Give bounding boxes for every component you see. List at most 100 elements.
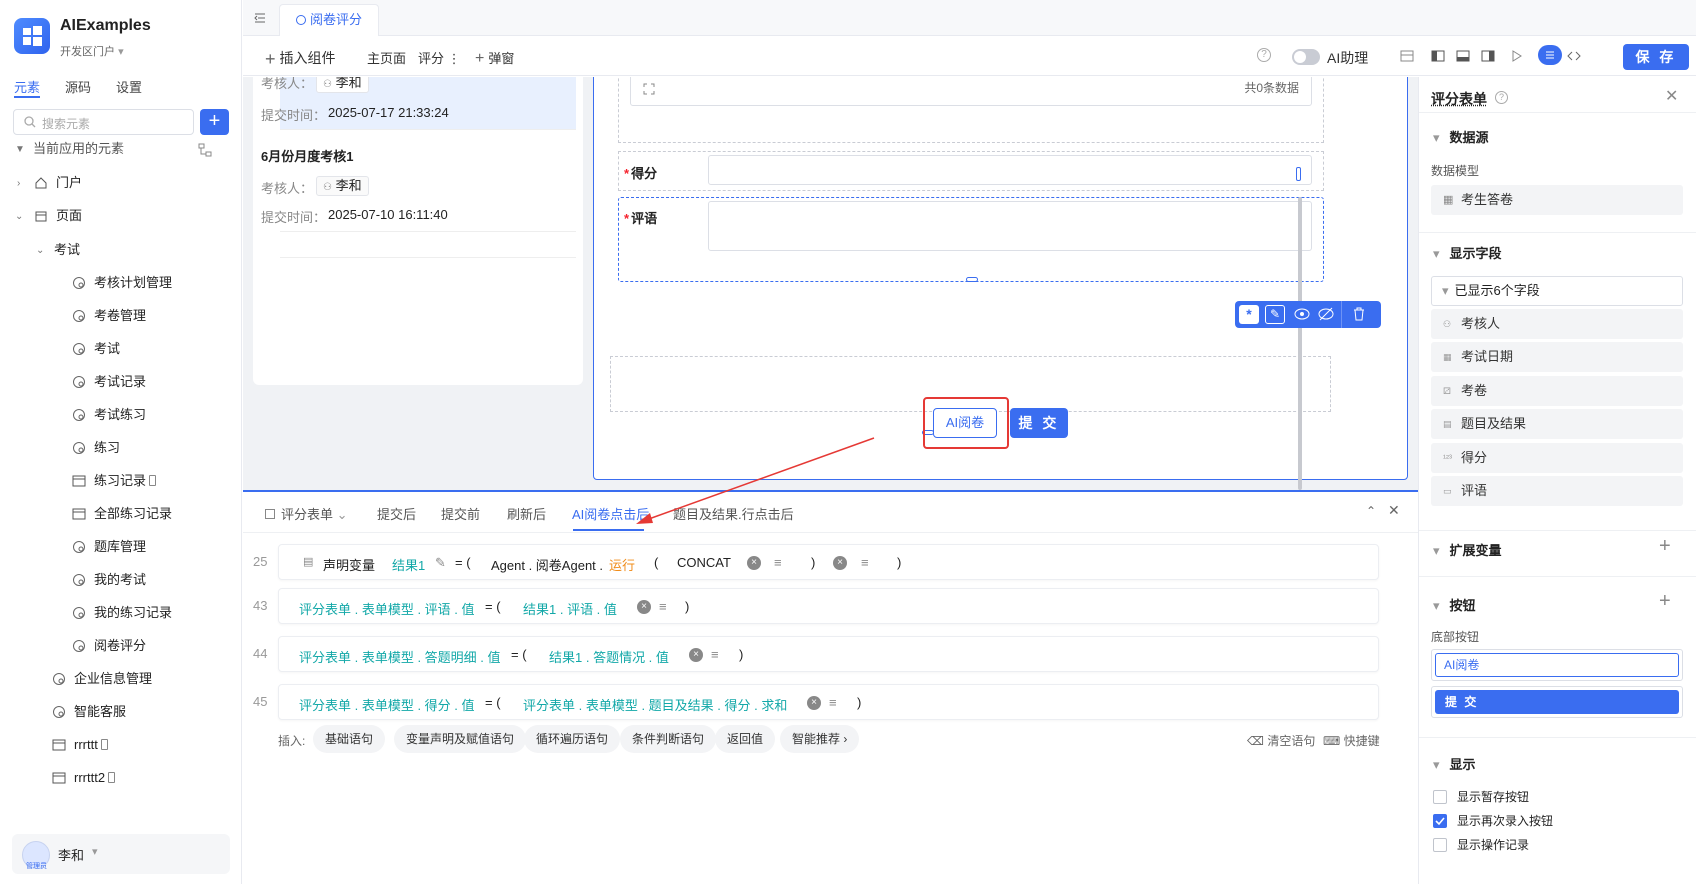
variable-name[interactable]: 结果1 xyxy=(392,555,425,574)
chip-condition-statement[interactable]: 条件判断语句 xyxy=(620,725,716,753)
tree-item-page[interactable]: 智能客服 xyxy=(52,701,126,723)
concat-func[interactable]: CONCAT xyxy=(677,555,731,570)
search-input[interactable]: 搜索元素 xyxy=(13,109,194,135)
value-expr[interactable]: 结果1 . 答题情况 . 值 xyxy=(549,647,669,666)
chevron-down-icon[interactable]: ⌄ xyxy=(15,211,23,222)
logic-view-icon[interactable] xyxy=(1538,45,1562,65)
code-row[interactable]: 评分表单 . 表单模型 . 评语 . 值 = ( 结果1 . 评语 . 值 × … xyxy=(278,588,1379,624)
tab-settings[interactable]: 设置 xyxy=(116,77,142,96)
eye-off-icon[interactable] xyxy=(1317,307,1335,321)
tab-source[interactable]: 源码 xyxy=(65,77,91,96)
tab-elements[interactable]: 元素 xyxy=(14,77,40,96)
tree-item-page[interactable]: 阅卷评分 xyxy=(72,635,146,657)
add-variable-button[interactable]: + xyxy=(1659,535,1671,558)
section-buttons[interactable]: 按钮 xyxy=(1433,595,1476,614)
resize-handle[interactable] xyxy=(1296,167,1301,181)
tab-ai-grading-click[interactable]: AI阅卷点击后 xyxy=(572,504,649,523)
tree-item-page[interactable]: 考试记录 xyxy=(72,371,146,393)
expand-icon[interactable]: ≡ xyxy=(774,555,782,570)
remove-icon[interactable]: × xyxy=(807,696,821,710)
chevron-down-icon[interactable]: ▼ xyxy=(15,144,25,155)
tree-item-page[interactable]: 考核计划管理 xyxy=(72,272,172,294)
close-icon[interactable]: ✕ xyxy=(1388,502,1400,519)
remove-icon[interactable]: × xyxy=(747,556,761,570)
right-panel-icon[interactable] xyxy=(1481,49,1495,63)
ai-assistant-toggle[interactable] xyxy=(1292,49,1320,65)
tab-row-click[interactable]: 题目及结果.行点击后 xyxy=(673,504,794,523)
section-datasource[interactable]: 数据源 xyxy=(1433,127,1489,146)
tree-item-page[interactable]: 考卷管理 xyxy=(72,305,146,327)
tree-item-exam-folder[interactable]: 考试 xyxy=(54,239,80,261)
section-display[interactable]: 显示 xyxy=(1433,754,1476,773)
field-item[interactable]: ▭ 评语 xyxy=(1431,476,1683,506)
edit-icon[interactable]: ✎ xyxy=(435,555,446,571)
insert-component-button[interactable]: + 插入组件 xyxy=(265,48,336,70)
remove-icon[interactable]: × xyxy=(689,648,703,662)
user-menu[interactable]: 管理员 李和 ▾ xyxy=(12,834,230,874)
expand-icon[interactable]: ≡ xyxy=(861,555,869,570)
field-item[interactable]: ⚂ 考卷 xyxy=(1431,376,1683,406)
portal-selector[interactable]: 开发区门户 ▾ xyxy=(60,43,124,59)
required-icon[interactable]: * xyxy=(1239,305,1259,324)
chevron-right-icon[interactable]: › xyxy=(17,178,20,189)
list-item-title[interactable]: 6月份月度考核1 xyxy=(261,146,353,165)
clear-statements-button[interactable]: ⌫ 清空语句 xyxy=(1247,732,1315,749)
tree-item-portal[interactable]: 门户 xyxy=(34,172,82,194)
code-row[interactable]: 评分表单 . 表单模型 . 得分 . 值 = ( 评分表单 . 表单模型 . 题… xyxy=(278,684,1379,720)
close-icon[interactable]: ✕ xyxy=(1665,86,1678,106)
collapse-all-icon[interactable] xyxy=(198,143,212,157)
target-expr[interactable]: 评分表单 . 表单模型 . 评语 . 值 xyxy=(299,599,475,618)
tree-item-pages[interactable]: 页面 xyxy=(34,205,82,227)
checkbox-show-reenter[interactable] xyxy=(1433,814,1447,828)
tree-item-page[interactable]: 我的考试 xyxy=(72,569,146,591)
score-input[interactable] xyxy=(708,155,1312,185)
value-expr[interactable]: 评分表单 . 表单模型 . 题目及结果 . 得分 . 求和 xyxy=(523,695,787,714)
add-element-button[interactable]: + xyxy=(200,109,229,135)
popup-button[interactable]: + 弹窗 xyxy=(475,48,514,68)
chip-loop-statement[interactable]: 循环遍历语句 xyxy=(524,725,620,753)
tab-before-submit[interactable]: 提交前 xyxy=(441,504,480,523)
play-icon[interactable] xyxy=(1509,49,1523,63)
checkbox-show-log[interactable] xyxy=(1433,838,1447,852)
chevron-down-icon[interactable]: ⌄ xyxy=(36,245,44,256)
code-row[interactable]: 评分表单 . 表单模型 . 答题明细 . 值 = ( 结果1 . 答题情况 . … xyxy=(278,636,1379,672)
chip-variable-statement[interactable]: 变量声明及赋值语句 xyxy=(394,725,526,753)
help-icon[interactable]: ? xyxy=(1257,48,1271,62)
resize-handle[interactable] xyxy=(966,277,978,282)
tree-item-page[interactable]: 题库管理 xyxy=(72,536,146,558)
remove-icon[interactable]: × xyxy=(833,556,847,570)
score-page-button[interactable]: 评分 ⋮ xyxy=(418,48,461,67)
tree-item-page[interactable]: 企业信息管理 xyxy=(52,668,152,690)
left-panel-icon[interactable] xyxy=(1431,49,1445,63)
fields-dropdown[interactable]: ▾ 已显示6个字段 xyxy=(1431,276,1683,306)
target-expr[interactable]: 评分表单 . 表单模型 . 得分 . 值 xyxy=(299,695,475,714)
tree-item-page[interactable]: 我的练习记录 xyxy=(72,602,172,624)
layout-icon[interactable] xyxy=(1400,49,1414,63)
eye-icon[interactable] xyxy=(1293,307,1311,321)
add-button-button[interactable]: + xyxy=(1659,590,1671,613)
expand-icon[interactable]: ≡ xyxy=(829,695,837,710)
help-icon[interactable]: ? xyxy=(1495,91,1508,104)
edit-icon[interactable]: ✎ xyxy=(1265,305,1285,324)
collapse-sidebar-icon[interactable] xyxy=(253,11,267,25)
code-icon[interactable] xyxy=(1567,49,1581,63)
tab-page[interactable]: 阅卷评分 xyxy=(279,4,379,36)
tab-score-form[interactable]: 评分表单 ⌄ xyxy=(265,504,348,523)
trash-icon[interactable] xyxy=(1353,307,1365,321)
checkbox-show-draft[interactable] xyxy=(1433,790,1447,804)
fullscreen-icon[interactable] xyxy=(643,83,655,95)
tree-item-page[interactable]: 练习 xyxy=(72,437,120,459)
button-item-submit[interactable]: 提 交 xyxy=(1431,686,1683,718)
code-row[interactable]: ▤ 声明变量 结果1 ✎ = ( Agent . 阅卷Agent . 运行 ( … xyxy=(278,544,1379,580)
field-item[interactable]: ¹²³ 得分 xyxy=(1431,443,1683,473)
target-expr[interactable]: 评分表单 . 表单模型 . 答题明细 . 值 xyxy=(299,647,501,666)
chip-basic-statement[interactable]: 基础语句 xyxy=(313,725,385,753)
tree-item-page[interactable]: rrrttt xyxy=(52,734,108,756)
field-item[interactable]: ▦ 考试日期 xyxy=(1431,342,1683,372)
remove-icon[interactable]: × xyxy=(637,600,651,614)
tree-item-page[interactable]: 考试 xyxy=(72,338,120,360)
shortcut-button[interactable]: ⌨ 快捷键 xyxy=(1323,732,1380,749)
expand-icon[interactable]: ≡ xyxy=(711,647,719,662)
tab-after-refresh[interactable]: 刷新后 xyxy=(507,504,546,523)
bottom-panel-icon[interactable] xyxy=(1456,49,1470,63)
